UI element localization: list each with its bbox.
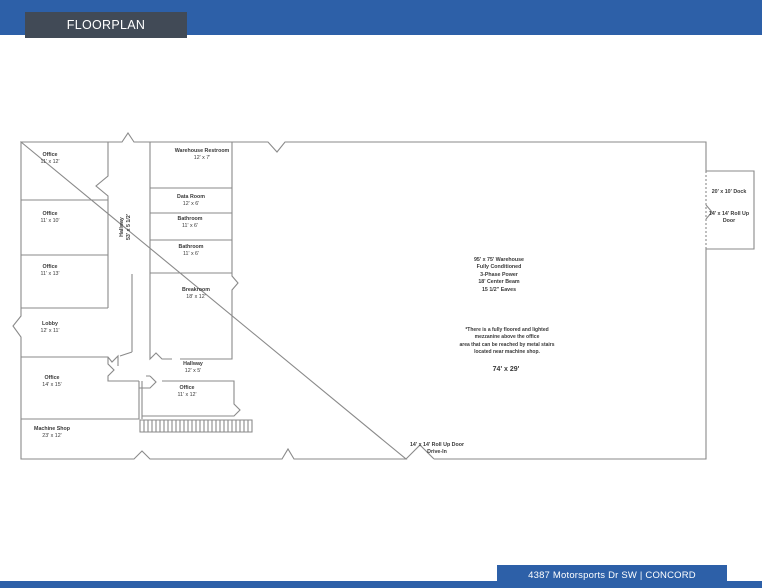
warehouse-label: 95' x 75' Warehouse Fully Conditioned 3-… <box>473 257 525 293</box>
drive-in-door-label: 14' x 14' Roll Up Door Drive-In <box>409 442 465 456</box>
room-label: Lobby 12' x 11' <box>40 321 60 335</box>
room-label: Warehouse Restroom 12' x 7' <box>174 148 230 162</box>
room-label: Bathroom 11' x 6' <box>178 244 204 258</box>
dock-label: 20' x 10' Dock <box>711 189 747 195</box>
room-label: Hallway 12' x 5' <box>183 361 203 375</box>
side-door-label: 14' x 14' Roll Up Door <box>708 211 750 225</box>
room-label: Hallway 53' x 5 1/2' <box>119 213 132 241</box>
floorplan-drawing <box>12 132 755 460</box>
room-label: Office 14' x 15' <box>42 375 62 389</box>
footer-address: 4387 Motorsports Dr SW | CONCORD <box>497 565 727 585</box>
room-label: Office 11' x 10' <box>40 211 60 225</box>
mezzanine-size: 74' x 29' <box>492 366 520 373</box>
mezzanine-note: *There is a fully floored and lighted me… <box>459 327 555 355</box>
room-label: Bathroom 11' x 6' <box>177 216 203 230</box>
room-label: Office 11' x 12' <box>177 385 197 399</box>
outer-wall <box>12 132 755 460</box>
room-label: Machine Shop 23' x 12' <box>34 426 70 440</box>
interior-walls <box>21 142 713 460</box>
room-label: Data Room 12' x 6' <box>177 194 205 208</box>
room-label: Office 11' x 13' <box>40 264 60 278</box>
room-label: Office 11' x 12' <box>40 152 60 166</box>
room-label: Breakroom 18' x 12' <box>182 287 210 301</box>
